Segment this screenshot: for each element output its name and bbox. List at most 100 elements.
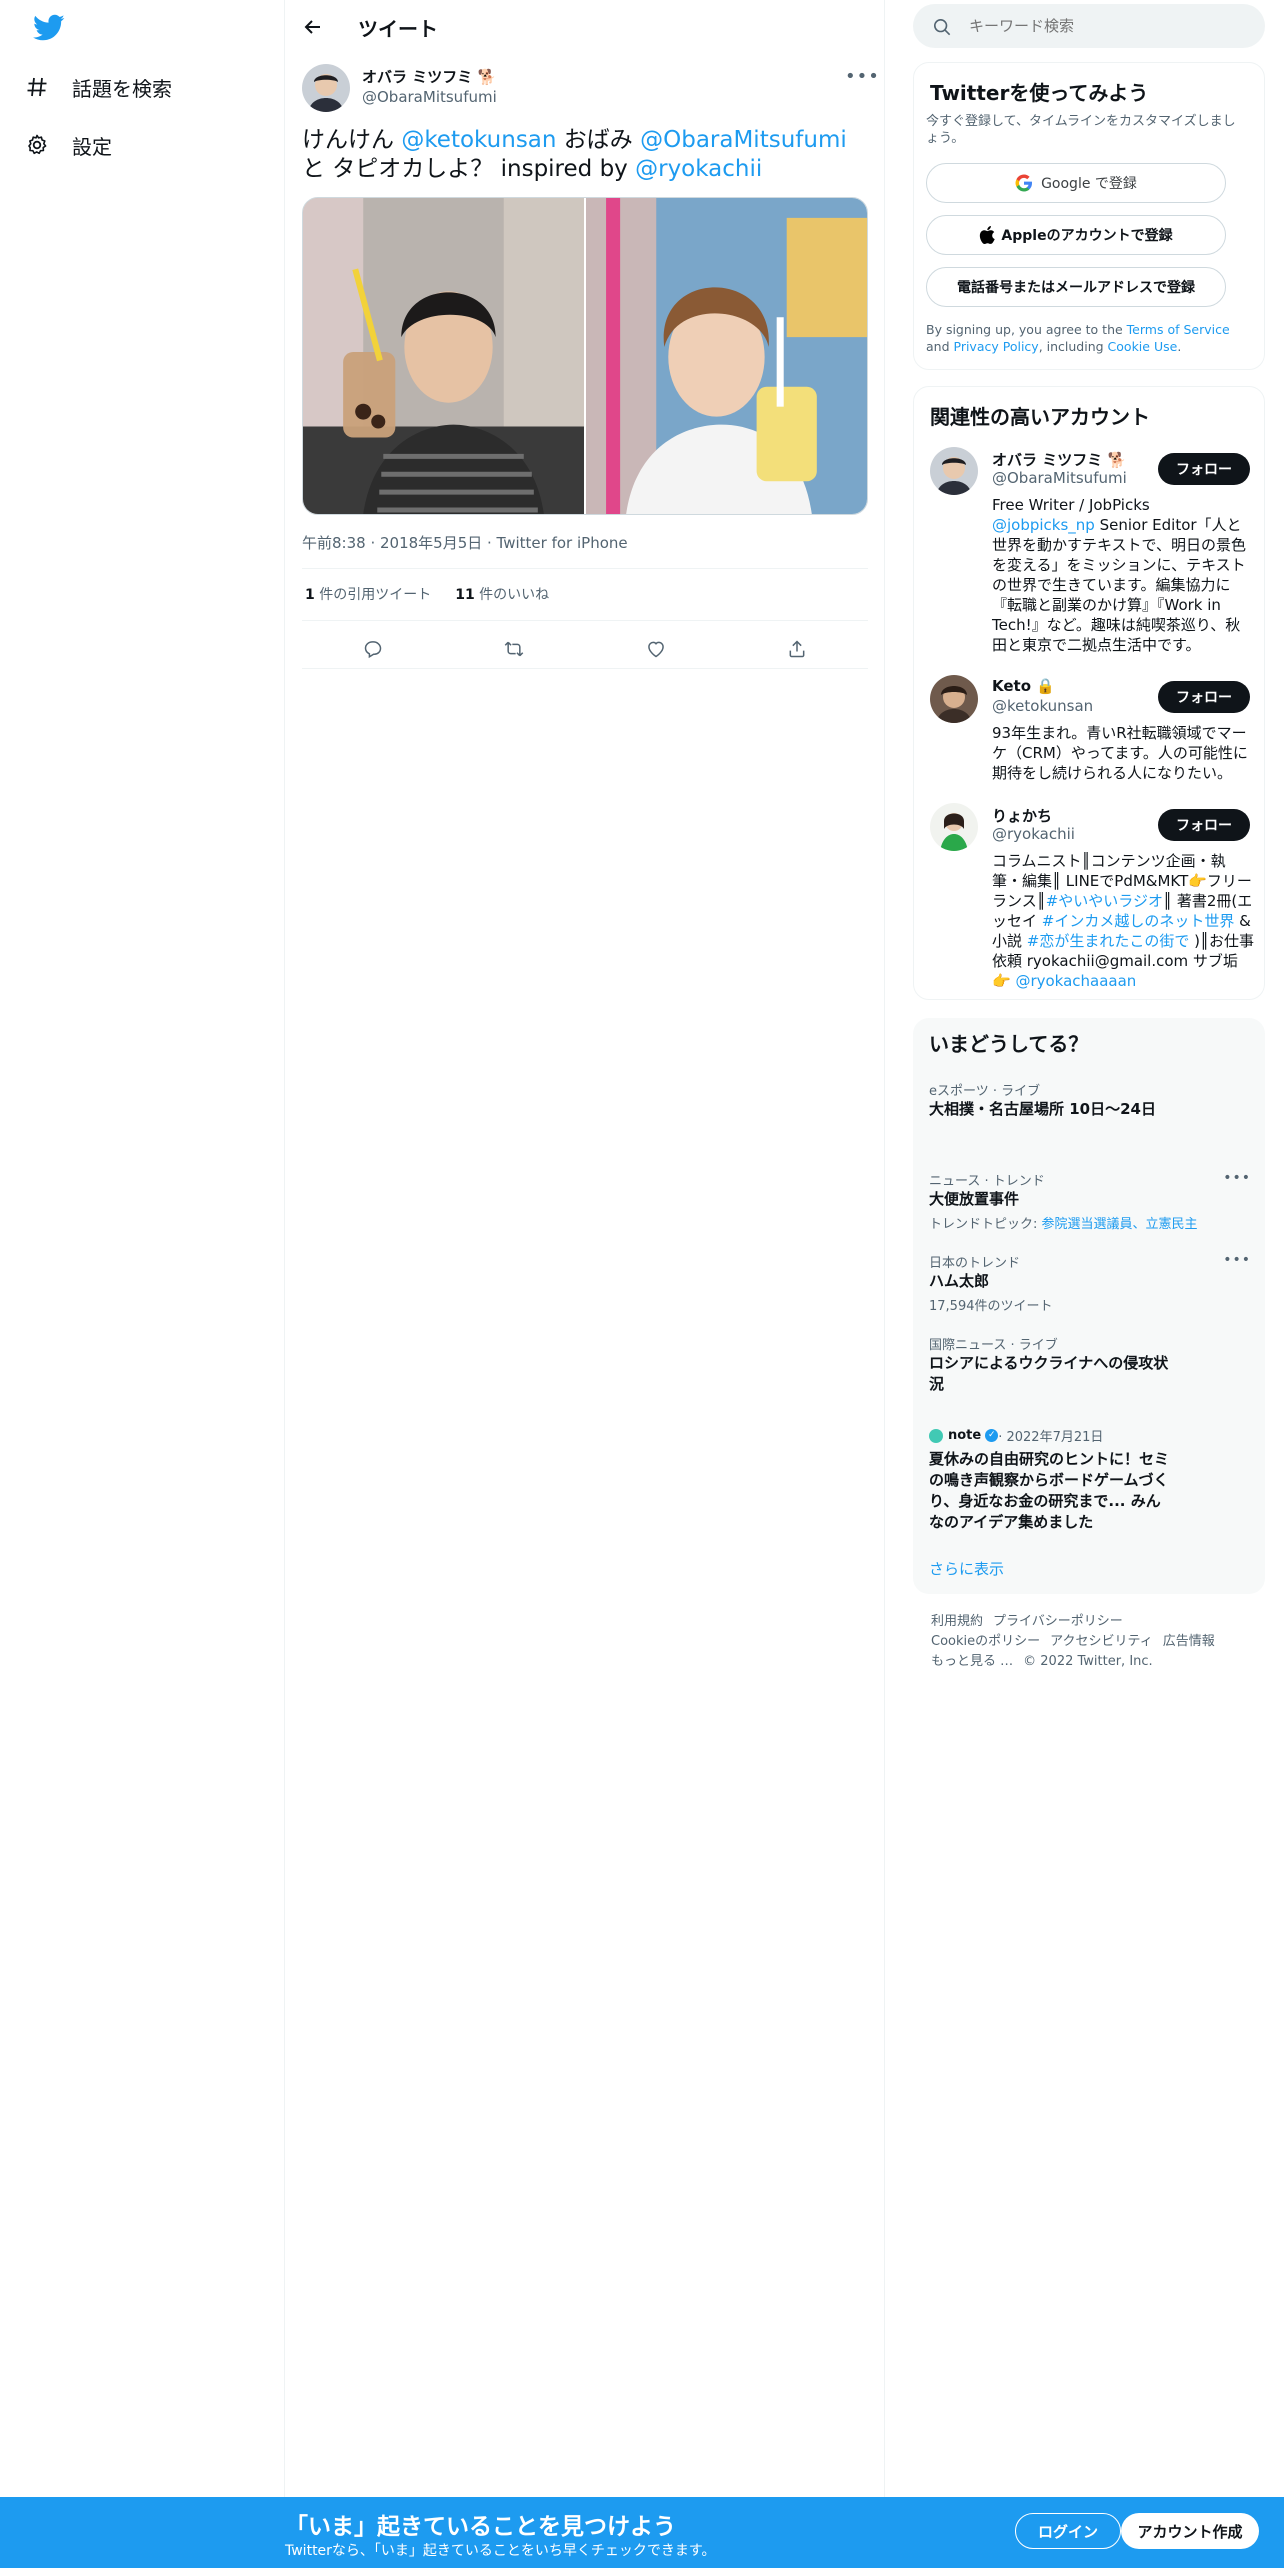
trend-more-icon[interactable]: ••• — [1223, 1252, 1251, 1268]
avatar[interactable] — [930, 675, 978, 723]
search-bar[interactable] — [913, 4, 1265, 48]
trend-item[interactable]: 国際ニュース · ライブ ロシアによるウクライナへの侵攻状況 — [929, 1334, 1169, 1395]
login-button[interactable]: ログイン — [1015, 2513, 1121, 2549]
trends-card: いまどうしてる？ eスポーツ · ライブ 大相撲・名古屋場所 10日〜24日 ニ… — [913, 1018, 1265, 1594]
divider — [302, 668, 868, 669]
main-column: ツイート オバラ ミツフミ 🐕 @ObaraMitsufumi ••• けんけん… — [285, 0, 885, 2497]
trend-title: ロシアによるウクライナへの侵攻状況 — [929, 1354, 1169, 1393]
tweet-text-part: と タピオカしよ？ inspired by — [302, 156, 636, 182]
trends-title: いまどうしてる？ — [929, 1032, 1089, 1056]
footer-link[interactable]: 利用規約 — [931, 1614, 983, 1629]
cookie-link[interactable]: Cookie Use — [1108, 339, 1178, 354]
google-signup-button[interactable]: Google で登録 — [926, 163, 1226, 203]
related-title: 関連性の高いアカウント — [930, 405, 1150, 429]
trend-item[interactable]: 日本のトレンド ハム太郎 17,594件のツイート — [929, 1252, 1249, 1314]
follow-button[interactable]: フォロー — [1158, 809, 1250, 841]
tweet-timestamp[interactable]: 午前8:38 · 2018年5月5日 · Twitter for iPhone — [302, 532, 628, 553]
footer-link[interactable]: もっと見る … — [931, 1654, 1013, 1669]
privacy-link[interactable]: Privacy Policy — [954, 339, 1039, 354]
tweet-actions — [302, 632, 868, 666]
trend-item[interactable]: eスポーツ · ライブ 大相撲・名古屋場所 10日〜24日 — [929, 1080, 1249, 1120]
like-heart-icon[interactable] — [639, 632, 673, 666]
avatar[interactable] — [930, 447, 978, 495]
news-source: note — [948, 1428, 982, 1443]
footer-link[interactable]: アクセシビリティ — [1050, 1634, 1153, 1649]
banner-title: 「いま」起きていることを見つけよう — [285, 2514, 676, 2540]
footer-link[interactable]: Cookieのポリシー — [931, 1634, 1040, 1649]
trend-sub-prefix: トレンドトピック: — [929, 1217, 1042, 1232]
phone-email-signup-label: 電話番号またはメールアドレスで登録 — [957, 280, 1195, 296]
nav-settings[interactable]: 設定 — [22, 117, 112, 173]
avatar[interactable] — [930, 803, 978, 851]
apple-signup-button[interactable]: Appleのアカウントで登録 — [926, 215, 1226, 255]
quote-label: 件の引用ツイート — [319, 587, 432, 603]
tweet-photo-1[interactable] — [303, 198, 584, 514]
hashtag-link[interactable]: #インカメ越しのネット世界 — [1042, 912, 1235, 930]
trend-topic-link[interactable]: 参院選当選議員、立憲民主 — [1042, 1217, 1198, 1232]
follow-button[interactable]: フォロー — [1158, 453, 1250, 485]
bottom-banner: 「いま」起きていることを見つけよう Twitterなら、「いま」起きていることを… — [0, 2497, 1284, 2568]
nav-settings-label: 設定 — [72, 134, 112, 159]
signup-button[interactable]: アカウント作成 — [1121, 2513, 1259, 2549]
avatar[interactable] — [302, 64, 350, 112]
trend-category: ニュース · トレンド — [929, 1174, 1045, 1189]
footer-link[interactable]: プライバシーポリシー — [993, 1614, 1123, 1629]
nav-explore[interactable]: 話題を検索 — [22, 59, 172, 115]
author-name[interactable]: オバラ ミツフミ 🐕 — [362, 66, 496, 87]
more-options-icon[interactable]: ••• — [845, 66, 880, 87]
author-handle[interactable]: @ObaraMitsufumi — [362, 88, 497, 106]
show-more-link[interactable]: さらに表示 — [929, 1558, 1004, 1579]
account-bio: コラムニスト║コンテンツ企画・執筆・編集║ LINEでPdM&MKT👉フリーラン… — [992, 851, 1254, 991]
tweet-text-part: けんけん — [302, 127, 402, 153]
trend-title: 夏休みの自由研究のヒントに！セミの鳴き声観察からボードゲームづくり、身近なお金の… — [929, 1450, 1170, 1531]
reply-icon[interactable] — [356, 632, 390, 666]
banner-subtitle: Twitterなら、「いま」起きていることをいち早くチェックできます。 — [285, 2543, 716, 2559]
account-handle[interactable]: @ryokachii — [992, 825, 1075, 843]
tweet-photo-2[interactable] — [586, 198, 867, 514]
trend-item[interactable]: ニュース · トレンド 大便放置事件 トレンドトピック: 参院選当選議員、立憲民… — [929, 1170, 1249, 1232]
bio-text: Senior Editor「人と世界を動かすテキストで、明日の景色を変える」をミ… — [992, 516, 1246, 654]
google-icon — [1015, 174, 1033, 192]
footer-link[interactable]: 広告情報 — [1163, 1634, 1215, 1649]
tweet-media — [302, 197, 868, 515]
hashtag-link[interactable]: #恋が生まれたこの街で — [1027, 932, 1190, 950]
signup-card: Twitterを使ってみよう 今すぐ登録して、タイムラインをカスタマイズしましょ… — [913, 62, 1265, 370]
like-label: 件のいいね — [479, 587, 550, 603]
trend-news-item[interactable]: note ✓ · 2022年7月21日 夏休みの自由研究のヒントに！セミの鳴き声… — [929, 1426, 1169, 1533]
account-name[interactable]: りょかち — [992, 805, 1052, 826]
page-header: ツイート — [285, 0, 885, 53]
quote-stat[interactable]: 1 件の引用ツイート — [305, 584, 431, 604]
news-date: · 2022年7月21日 — [998, 1430, 1104, 1445]
apple-signup-label: Appleのアカウントで登録 — [1001, 228, 1173, 244]
back-arrow-icon[interactable] — [298, 12, 328, 42]
bio-text: Free Writer / JobPicks — [992, 496, 1150, 514]
trend-more-icon[interactable]: ••• — [1223, 1170, 1251, 1186]
trend-category: 国際ニュース · ライブ — [929, 1338, 1058, 1353]
account-name[interactable]: オバラ ミツフミ 🐕 — [992, 449, 1126, 470]
mention-link[interactable]: @ObaraMitsufumi — [640, 127, 847, 153]
trend-title: 大相撲・名古屋場所 10日〜24日 — [929, 1100, 1156, 1118]
search-input[interactable] — [969, 14, 1239, 38]
like-stat[interactable]: 11 件のいいね — [455, 584, 549, 604]
trend-subtitle: トレンドトピック: 参院選当選議員、立憲民主 — [929, 1213, 1249, 1232]
hashtag-link[interactable]: #やいやいラジオ — [1046, 892, 1163, 910]
mention-link[interactable]: @ketokunsan — [401, 127, 556, 153]
account-bio: 93年生まれ。青いR社転職領域でマーケ（CRM）やってます。人の可能性に期待をし… — [992, 724, 1248, 782]
note-logo-icon — [929, 1428, 943, 1443]
share-icon[interactable] — [780, 632, 814, 666]
hashtag-icon — [22, 72, 52, 102]
tweet-text: けんけん @ketokunsan おばみ @ObaraMitsufumi と タ… — [302, 126, 872, 184]
account-handle[interactable]: @ObaraMitsufumi — [992, 469, 1127, 487]
terms-link[interactable]: Terms of Service — [1127, 322, 1230, 337]
bio-link[interactable]: @jobpicks_np — [992, 516, 1095, 534]
quote-count: 1 — [305, 587, 315, 603]
account-name[interactable]: Keto 🔒 — [992, 677, 1055, 695]
account-handle[interactable]: @ketokunsan — [992, 697, 1093, 715]
retweet-icon[interactable] — [497, 632, 531, 666]
mention-link[interactable]: @ryokachaaaan — [1015, 972, 1136, 990]
mention-link[interactable]: @ryokachii — [635, 156, 762, 182]
twitter-logo-icon[interactable] — [33, 14, 65, 42]
follow-button[interactable]: フォロー — [1158, 681, 1250, 713]
legal-text: By signing up, you agree to the — [926, 322, 1127, 337]
phone-email-signup-button[interactable]: 電話番号またはメールアドレスで登録 — [926, 267, 1226, 307]
